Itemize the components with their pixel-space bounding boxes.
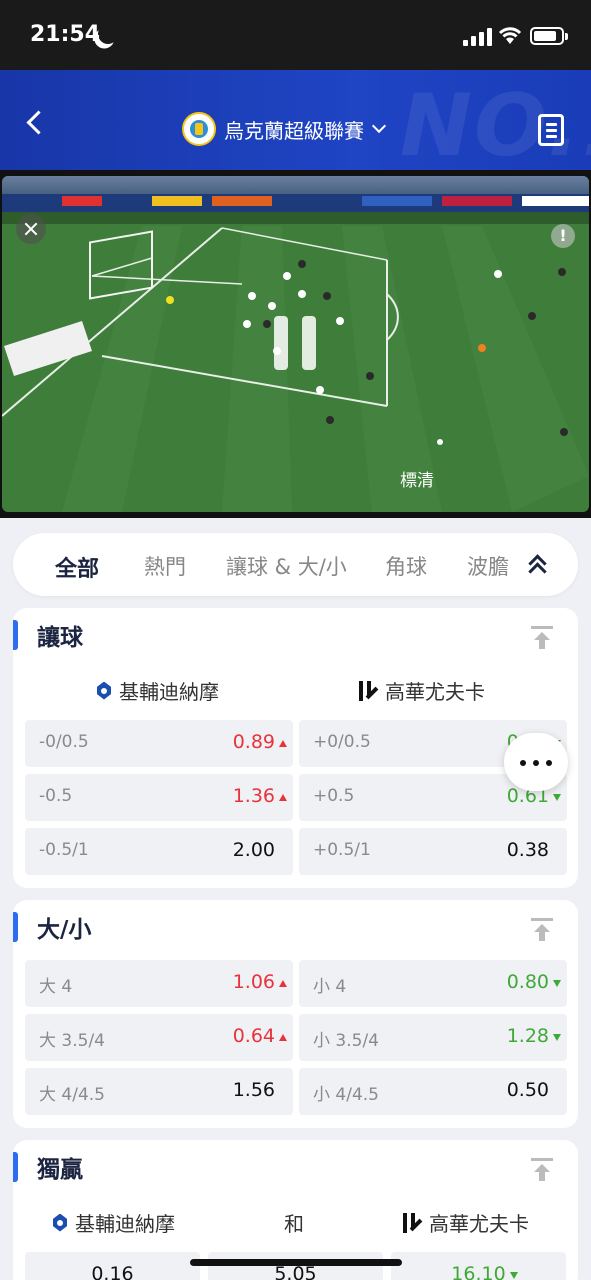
odds-up-icon bbox=[279, 1034, 287, 1041]
back-button[interactable] bbox=[22, 108, 52, 138]
tab-correct-score[interactable]: 波膽 bbox=[467, 551, 509, 581]
kolos-kovalivka-logo-icon bbox=[359, 680, 379, 701]
home-team: 基輔迪納摩 bbox=[53, 1208, 175, 1237]
tab-corners[interactable]: 角球 bbox=[385, 551, 427, 581]
home-indicator bbox=[190, 1259, 402, 1266]
odds-value: 1.36 bbox=[232, 785, 275, 807]
chevron-down-icon bbox=[371, 118, 387, 134]
away-team: 高華尤夫卡 bbox=[359, 676, 485, 705]
section-title: 讓球 bbox=[37, 625, 83, 651]
odds-value: 1.56 bbox=[232, 1079, 275, 1101]
odds-cell[interactable]: -0.5/1 2.00 bbox=[25, 828, 293, 875]
status-bar: 21:54 bbox=[0, 0, 591, 70]
odds-cell[interactable]: 小 3.5/4 1.28 bbox=[299, 1014, 567, 1061]
odds-value: 0.80 bbox=[506, 971, 549, 993]
odds-up-icon bbox=[279, 794, 287, 801]
home-team-name: 基輔迪納摩 bbox=[75, 1212, 175, 1236]
tab-handicap-over-under[interactable]: 讓球 & 大/小 bbox=[226, 551, 347, 581]
odds-up-icon bbox=[279, 980, 287, 987]
pin-to-top-icon[interactable] bbox=[531, 918, 553, 942]
section-title: 獨贏 bbox=[37, 1157, 83, 1183]
odds-value: 1.06 bbox=[232, 971, 275, 993]
odds-cell[interactable]: -0.5 1.36 bbox=[25, 774, 293, 821]
pause-icon[interactable] bbox=[272, 316, 318, 370]
kolos-kovalivka-logo-icon bbox=[403, 1212, 423, 1233]
wifi-icon bbox=[498, 27, 522, 44]
odds-cell[interactable]: 大 3.5/4 0.64 bbox=[25, 1014, 293, 1061]
status-time: 21:54 bbox=[30, 22, 101, 47]
odds-value: 16.10 bbox=[451, 1263, 506, 1280]
total-line: 小 3.5/4 bbox=[313, 1031, 379, 1051]
handicap-line: +0.5 bbox=[313, 786, 355, 806]
close-video-icon[interactable] bbox=[16, 214, 46, 244]
odds-value: 0.64 bbox=[232, 1025, 275, 1047]
handicap-line: -0.5/1 bbox=[39, 840, 89, 860]
away-team-name: 高華尤夫卡 bbox=[385, 680, 485, 704]
dynamo-kyiv-logo-icon bbox=[97, 680, 111, 702]
odds-value: 2.00 bbox=[232, 839, 275, 861]
handicap-section: 讓球 基輔迪納摩 高華尤夫卡 -0/0.5 0.89 +0/0.5 0.99 -… bbox=[13, 608, 578, 888]
odds-cell[interactable]: 小 4 0.80 bbox=[299, 960, 567, 1007]
over-under-section: 大/小 大 4 1.06 小 4 0.80 大 3.5/4 0.64 小 3.5… bbox=[13, 900, 578, 1128]
dynamo-kyiv-logo-icon bbox=[53, 1212, 67, 1234]
live-video-player[interactable]: ! 標清 bbox=[0, 170, 591, 518]
teams-row: 基輔迪納摩 高華尤夫卡 bbox=[13, 676, 578, 706]
home-team: 基輔迪納摩 bbox=[97, 676, 219, 705]
away-team: 高華尤夫卡 bbox=[403, 1208, 529, 1237]
section-title: 大/小 bbox=[37, 917, 92, 943]
section-accent bbox=[13, 620, 18, 650]
market-tabs: 全部 熱門 讓球 & 大/小 角球 波膽 bbox=[13, 533, 578, 596]
pin-to-top-icon[interactable] bbox=[531, 626, 553, 650]
away-team-name: 高華尤夫卡 bbox=[429, 1212, 529, 1236]
total-line: 小 4 bbox=[313, 977, 347, 997]
total-line: 大 4 bbox=[39, 977, 73, 997]
odds-down-icon bbox=[553, 794, 561, 801]
odds-up-icon bbox=[279, 740, 287, 747]
draw-label: 和 bbox=[284, 1212, 304, 1236]
bet-slip-document-icon[interactable] bbox=[538, 114, 564, 146]
odds-value: 1.28 bbox=[506, 1025, 549, 1047]
teams-row: 基輔迪納摩 和 高華尤夫卡 bbox=[13, 1208, 578, 1238]
odds-value: 0.16 bbox=[91, 1263, 134, 1280]
league-selector[interactable]: 烏克蘭超級聯賽 bbox=[182, 112, 387, 146]
total-line: 大 3.5/4 bbox=[39, 1031, 105, 1051]
video-quality-toggle[interactable]: 標清 bbox=[400, 466, 434, 491]
odds-cell[interactable]: -0/0.5 0.89 bbox=[25, 720, 293, 767]
total-line: 大 4/4.5 bbox=[39, 1085, 105, 1105]
odds-down-icon bbox=[553, 980, 561, 987]
odds-down-icon bbox=[510, 1272, 518, 1279]
more-options-button[interactable] bbox=[504, 733, 568, 791]
section-accent bbox=[13, 912, 18, 942]
league-title: 烏克蘭超級聯賽 bbox=[224, 118, 364, 143]
app-header: NO.1 烏克蘭超級聯賽 bbox=[0, 70, 591, 170]
signal-icon bbox=[463, 26, 493, 46]
odds-cell[interactable]: +0.5/1 0.38 bbox=[299, 828, 567, 875]
home-team-name: 基輔迪納摩 bbox=[119, 680, 219, 704]
tab-hot[interactable]: 熱門 bbox=[144, 551, 186, 581]
odds-down-icon bbox=[553, 1034, 561, 1041]
handicap-line: -0/0.5 bbox=[39, 732, 89, 752]
odds-cell[interactable]: 大 4/4.5 1.56 bbox=[25, 1068, 293, 1115]
league-logo-icon bbox=[182, 112, 216, 146]
odds-value: 0.89 bbox=[232, 731, 275, 753]
odds-cell[interactable]: 小 4/4.5 0.50 bbox=[299, 1068, 567, 1115]
battery-icon bbox=[530, 27, 568, 45]
section-accent bbox=[13, 1152, 18, 1182]
collapse-tabs-icon[interactable] bbox=[525, 553, 551, 581]
total-line: 小 4/4.5 bbox=[313, 1085, 379, 1105]
handicap-line: +0.5/1 bbox=[313, 840, 371, 860]
odds-value: 0.38 bbox=[506, 839, 549, 861]
handicap-line: +0/0.5 bbox=[313, 732, 371, 752]
odds-cell[interactable]: 5.05 bbox=[208, 1252, 383, 1280]
odds-cell[interactable]: 0.16 bbox=[25, 1252, 200, 1280]
info-alert-icon[interactable]: ! bbox=[551, 224, 575, 248]
tab-all[interactable]: 全部 bbox=[55, 551, 99, 583]
odds-value: 0.50 bbox=[506, 1079, 549, 1101]
pin-to-top-icon[interactable] bbox=[531, 1158, 553, 1182]
odds-cell[interactable]: 16.10 bbox=[391, 1252, 566, 1280]
handicap-line: -0.5 bbox=[39, 786, 73, 806]
odds-cell[interactable]: 大 4 1.06 bbox=[25, 960, 293, 1007]
